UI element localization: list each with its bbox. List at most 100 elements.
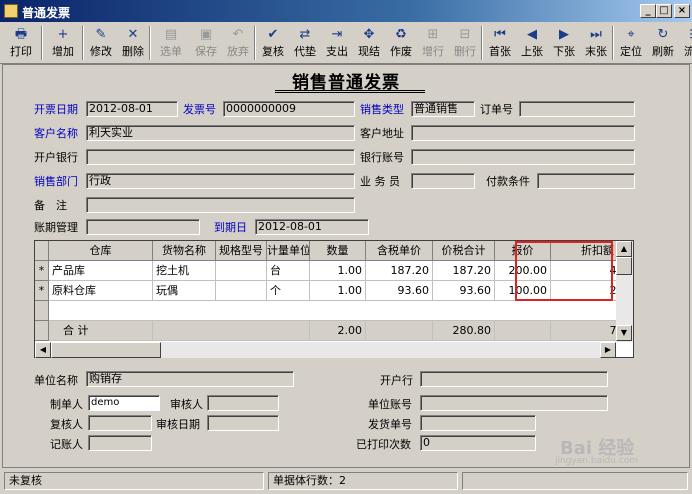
- cell-goods[interactable]: 挖土机: [153, 261, 216, 281]
- reviewer-label: 复核人: [50, 418, 83, 431]
- toolbar-button-void[interactable]: ♻ 作废: [386, 25, 416, 61]
- unit-name-field[interactable]: 购销存: [86, 371, 294, 387]
- cell-unit[interactable]: 台: [267, 261, 310, 281]
- maker-field[interactable]: demo: [88, 395, 160, 411]
- cell-qty[interactable]: 1.00: [310, 281, 366, 301]
- row-indicator[interactable]: *: [35, 281, 49, 301]
- col-header-qty[interactable]: 数量: [310, 241, 366, 261]
- col-header-price[interactable]: 含税单价: [366, 241, 433, 261]
- toolbar-label: 增行: [422, 45, 444, 58]
- unit-acct-field[interactable]: [420, 395, 608, 411]
- cell-total[interactable]: 187.20: [433, 261, 495, 281]
- due-date-field[interactable]: 2012-08-01: [255, 219, 369, 235]
- audit-date-field[interactable]: [207, 415, 279, 431]
- acct-mgmt-label: 账期管理: [34, 221, 78, 234]
- customer-field[interactable]: 利天实业: [86, 125, 355, 141]
- scroll-down-icon[interactable]: ▼: [616, 325, 632, 341]
- invoice-date-label: 开票日期: [34, 103, 78, 116]
- open-bank-field[interactable]: [420, 371, 608, 387]
- toolbar-button-refresh[interactable]: ↻ 刷新: [648, 25, 678, 61]
- cell-spec[interactable]: [216, 281, 267, 301]
- toolbar-button-advance-pay[interactable]: ⇄ 代垫: [290, 25, 320, 61]
- discount-highlight-box: [515, 241, 613, 301]
- invoice-no-field[interactable]: 0000000009: [223, 101, 355, 117]
- cell-qty[interactable]: 1.00: [310, 261, 366, 281]
- scroll-thumb[interactable]: [616, 257, 632, 275]
- bank-acct-field[interactable]: [411, 149, 635, 165]
- toolbar-button-add-doc[interactable]: + 增加: [45, 25, 81, 61]
- cell-spec[interactable]: [216, 261, 267, 281]
- bank-field[interactable]: [86, 149, 355, 165]
- toolbar-label: 删除: [122, 45, 144, 58]
- invoice-date-field[interactable]: 2012-08-01: [86, 101, 178, 117]
- toolbar-label: 支出: [326, 45, 348, 58]
- remark-label: 备 注: [34, 199, 67, 212]
- cell-goods[interactable]: 玩偶: [153, 281, 216, 301]
- sales-type-field[interactable]: 普通销售: [411, 101, 475, 117]
- remark-field[interactable]: [86, 197, 355, 213]
- auditor-label: 审核人: [170, 398, 203, 411]
- status-row-count: 单据体行数：2: [268, 472, 458, 490]
- auditor-field[interactable]: [207, 395, 279, 411]
- sales-type-label: 销售类型: [360, 103, 404, 116]
- col-header-warehouse[interactable]: 仓库: [49, 241, 153, 261]
- acct-mgmt-field[interactable]: [86, 219, 200, 235]
- toolbar-button-first-record[interactable]: ⏮ 首张: [485, 25, 515, 61]
- printed-field[interactable]: 0: [420, 435, 536, 451]
- order-no-field[interactable]: [519, 101, 635, 117]
- dept-field[interactable]: 行政: [86, 173, 355, 189]
- col-header-unit[interactable]: 计量单位: [267, 241, 310, 261]
- toolbar-button-edit[interactable]: ✎ 修改: [86, 25, 116, 61]
- toolbar-button-prev-record[interactable]: ◀ 上张: [517, 25, 547, 61]
- toolbar-label: 复核: [262, 45, 284, 58]
- reviewer-field[interactable]: [88, 415, 152, 431]
- toolbar-button-expense[interactable]: ⇥ 支出: [322, 25, 352, 61]
- toolbar-button-printer[interactable]: 🖶 打印: [2, 25, 40, 61]
- toolbar-button-save[interactable]: ▣ 保存: [191, 25, 221, 61]
- payterm-field[interactable]: [537, 173, 635, 189]
- booker-field[interactable]: [88, 435, 152, 451]
- select-doc-icon: ▤: [164, 27, 178, 42]
- empty-row[interactable]: [49, 301, 633, 321]
- toolbar-button-locate[interactable]: ⌖ 定位: [616, 25, 646, 61]
- customer-addr-field[interactable]: [411, 125, 635, 141]
- scroll-right-icon[interactable]: ▶: [600, 342, 616, 358]
- col-header-goods[interactable]: 货物名称: [153, 241, 216, 261]
- toolbar-button-add-row[interactable]: ⊞ 增行: [418, 25, 448, 61]
- ship-no-field[interactable]: [420, 415, 536, 431]
- close-button[interactable]: ×: [674, 4, 690, 18]
- toolbar-label: 保存: [195, 45, 217, 58]
- col-header-total[interactable]: 价税合计: [433, 241, 495, 261]
- booker-label: 记账人: [50, 438, 83, 451]
- col-header-spec[interactable]: 规格型号: [216, 241, 267, 261]
- cell-price[interactable]: 187.20: [366, 261, 433, 281]
- salesman-field[interactable]: [411, 173, 475, 189]
- maximize-button[interactable]: □: [656, 4, 672, 18]
- cell-warehouse[interactable]: 产品库: [49, 261, 153, 281]
- hscroll-thumb[interactable]: [51, 342, 161, 358]
- unit-name-label: 单位名称: [34, 374, 78, 387]
- scroll-up-icon[interactable]: ▲: [616, 241, 632, 257]
- toolbar-button-undo[interactable]: ↶ 放弃: [223, 25, 253, 61]
- scroll-left-icon[interactable]: ◀: [35, 342, 51, 358]
- vertical-scrollbar[interactable]: ▲ ▼: [616, 241, 633, 342]
- invoice-no-label: 发票号: [183, 103, 216, 116]
- review-icon: ✔: [267, 27, 279, 42]
- toolbar-button-last-record[interactable]: ⏭ 末张: [581, 25, 611, 61]
- row-indicator[interactable]: *: [35, 261, 49, 281]
- toolbar-button-flow[interactable]: ⇶ 流转: [680, 25, 692, 61]
- cell-total[interactable]: 93.60: [433, 281, 495, 301]
- cell-price[interactable]: 93.60: [366, 281, 433, 301]
- toolbar-button-select-doc[interactable]: ▤ 选单: [153, 25, 189, 61]
- horizontal-scrollbar[interactable]: ◀ ▶: [35, 342, 616, 358]
- minimize-button[interactable]: _: [640, 4, 656, 18]
- cell-warehouse[interactable]: 原料仓库: [49, 281, 153, 301]
- toolbar-button-review[interactable]: ✔ 复核: [258, 25, 288, 61]
- toolbar-separator: [41, 26, 43, 60]
- toolbar-button-delete-row[interactable]: ⊟ 删行: [450, 25, 480, 61]
- toolbar-button-delete[interactable]: ✕ 删除: [118, 25, 148, 61]
- cell-unit[interactable]: 个: [267, 281, 310, 301]
- toolbar-button-cash-settle[interactable]: ✥ 现结: [354, 25, 384, 61]
- toolbar-button-next-record[interactable]: ▶ 下张: [549, 25, 579, 61]
- row-indicator-empty[interactable]: [35, 301, 49, 321]
